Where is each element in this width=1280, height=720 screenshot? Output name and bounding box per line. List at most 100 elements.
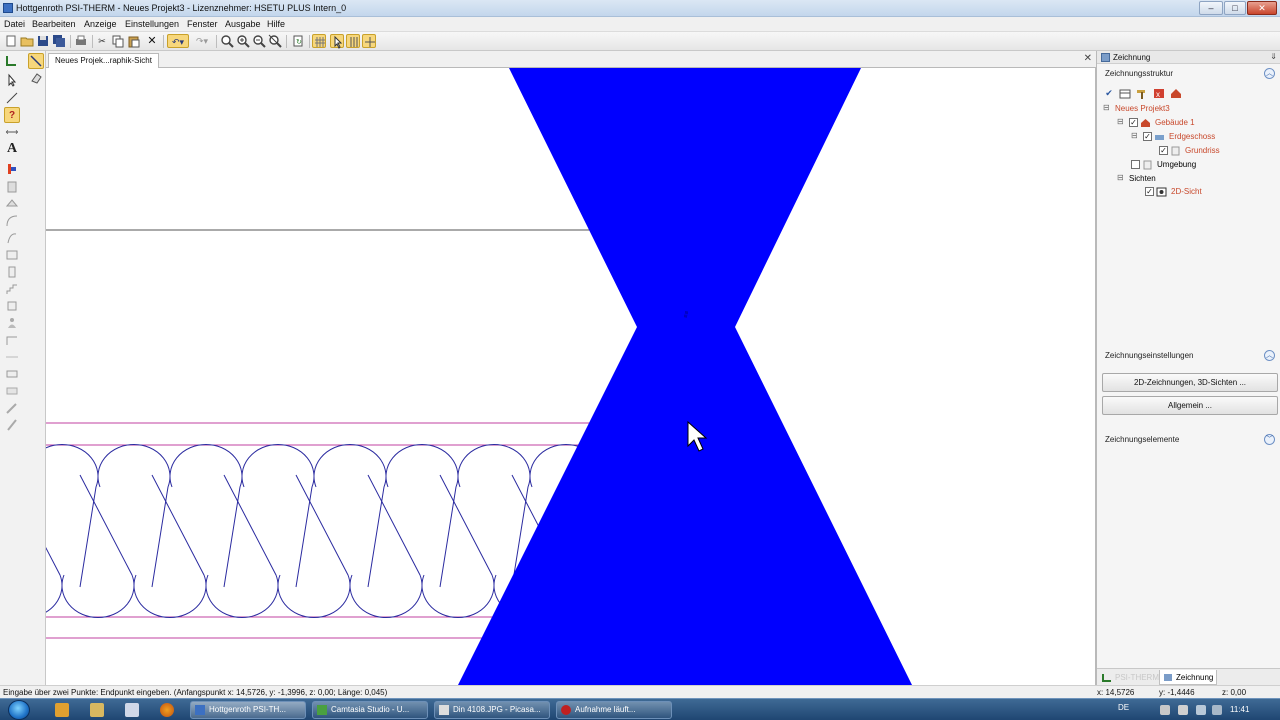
tray-icon-action[interactable] — [1212, 705, 1222, 715]
tray-icon-display[interactable] — [1196, 705, 1206, 715]
paste-icon[interactable] — [127, 34, 141, 48]
tray-icon-network[interactable] — [1160, 705, 1170, 715]
snap-icon[interactable] — [330, 34, 344, 49]
expand-icon[interactable]: ⊟ — [1103, 104, 1112, 113]
undo-icon[interactable]: ↶▾ — [167, 34, 189, 48]
task-camtasia[interactable]: Camtasia Studio - U... — [312, 701, 428, 719]
copy-icon[interactable] — [111, 34, 125, 48]
dimension-icon[interactable]: ⟷ — [4, 124, 20, 140]
check-icon[interactable]: ✔ — [1103, 88, 1115, 99]
curve-icon[interactable] — [4, 230, 20, 246]
eraser-icon[interactable] — [28, 71, 44, 87]
task-picasa[interactable]: Din 4108.JPG - Picasa... — [434, 701, 550, 719]
expand-icon[interactable]: ⊟ — [1131, 132, 1140, 141]
maximize-button[interactable]: □ — [1224, 1, 1246, 15]
start-button[interactable] — [8, 700, 30, 720]
wall-icon[interactable] — [4, 179, 20, 195]
line-tool-icon[interactable] — [4, 90, 20, 106]
collapse-icon[interactable]: ︿ — [1264, 350, 1275, 361]
close-tab-icon[interactable]: ✕ — [1084, 53, 1092, 64]
open-folder-icon[interactable] — [20, 34, 34, 48]
save-all-icon[interactable] — [52, 34, 66, 48]
person-icon[interactable] — [4, 315, 20, 331]
zoom-out-icon[interactable] — [252, 34, 266, 48]
arc-icon[interactable] — [4, 213, 20, 229]
general-settings-button[interactable]: Allgemein ... — [1102, 396, 1278, 415]
columns-icon[interactable] — [346, 34, 360, 48]
print-icon[interactable] — [74, 34, 88, 48]
stair-icon[interactable] — [4, 281, 20, 297]
tab-graphic-view[interactable]: Neues Projek...raphik-Sicht — [48, 53, 159, 68]
ortho-icon[interactable] — [362, 34, 376, 48]
close-button[interactable]: ✕ — [1247, 1, 1277, 15]
layer-up-icon[interactable] — [4, 366, 20, 382]
zoom-extents-icon[interactable] — [268, 34, 282, 48]
layer-down-icon[interactable] — [4, 383, 20, 399]
roof-icon[interactable] — [4, 196, 20, 212]
pencil-icon[interactable] — [4, 400, 20, 416]
menu-ausgabe[interactable]: Ausgabe — [225, 19, 261, 29]
menu-hilfe[interactable]: Hilfe — [267, 19, 285, 29]
expand-icon[interactable]: ⊟ — [1117, 118, 1126, 127]
settings-section-header[interactable]: Zeichnungseinstellungen ︿ — [1101, 349, 1277, 363]
menu-datei[interactable]: Datei — [4, 19, 25, 29]
text-tool-icon[interactable]: A — [4, 141, 20, 157]
menu-anzeige[interactable]: Anzeige — [84, 19, 117, 29]
view-checkbox[interactable]: ✓ — [1145, 187, 1154, 196]
delete-node-icon[interactable]: x — [1153, 88, 1165, 99]
tab-psi-therm[interactable]: PSI-THERM — [1099, 670, 1159, 685]
pin-icon[interactable]: ⇓ — [1270, 52, 1277, 61]
structure-section-header[interactable]: Zeichnungsstruktur ︿ — [1101, 67, 1277, 81]
elements-section-header[interactable]: Zeichnungselemente ﹀ — [1101, 433, 1277, 447]
app-icon[interactable] — [3, 3, 13, 13]
taskbar: Hottgenroth PSI-TH... Camtasia Studio - … — [0, 698, 1280, 720]
new-file-icon[interactable] — [4, 34, 18, 48]
task-recording[interactable]: Aufnahme läuft... — [556, 701, 672, 719]
hammer-icon[interactable] — [1136, 88, 1148, 99]
redo-icon[interactable]: ↷▾ — [192, 34, 212, 48]
help-tool-icon[interactable]: ? — [4, 107, 20, 123]
grid-icon[interactable] — [312, 34, 326, 48]
media-player-icon[interactable] — [55, 703, 69, 717]
floor-checkbox[interactable]: ✓ — [1143, 132, 1152, 141]
table-icon[interactable] — [1119, 88, 1131, 99]
hatch-icon[interactable] — [4, 247, 20, 263]
expand-icon[interactable]: ⊟ — [1117, 174, 1126, 183]
explorer-icon[interactable] — [90, 703, 104, 717]
clock[interactable]: 11:41 — [1230, 705, 1249, 714]
select-line-icon[interactable] — [28, 53, 44, 69]
firefox-icon[interactable] — [160, 703, 174, 717]
tab-zeichnung[interactable]: Zeichnung — [1159, 670, 1217, 685]
collapse-icon[interactable]: ︿ — [1264, 68, 1275, 79]
refresh-icon[interactable]: ↻ — [291, 34, 305, 48]
zoom-in-icon[interactable] — [236, 34, 250, 48]
axis-icon[interactable] — [3, 53, 19, 69]
block-icon[interactable] — [4, 298, 20, 314]
column-icon[interactable] — [4, 264, 20, 280]
expand-section-icon[interactable]: ﹀ — [1264, 434, 1275, 445]
drawing-canvas[interactable]: ≡≡ — [46, 68, 1096, 685]
language-indicator[interactable]: DE — [1118, 703, 1129, 712]
material-icon[interactable] — [4, 161, 20, 177]
tray-icon-volume[interactable] — [1178, 705, 1188, 715]
views-settings-button[interactable]: 2D-Zeichnungen, 3D-Sichten ... — [1102, 373, 1278, 392]
house-icon[interactable] — [1170, 88, 1182, 99]
building-checkbox[interactable]: ✓ — [1129, 118, 1138, 127]
minimize-button[interactable]: – — [1199, 1, 1223, 15]
delete-icon[interactable]: ✕ — [145, 34, 159, 48]
measure-icon[interactable] — [4, 417, 20, 433]
pointer-icon[interactable] — [4, 72, 20, 88]
task-psi-therm[interactable]: Hottgenroth PSI-TH... — [190, 701, 306, 719]
document-icon[interactable] — [125, 703, 139, 717]
cut-icon[interactable]: ✂ — [95, 34, 109, 48]
plan-checkbox[interactable]: ✓ — [1159, 146, 1168, 155]
tree-label-plan: Grundriss — [1185, 146, 1220, 155]
frame-icon[interactable] — [4, 332, 20, 348]
zoom-icon[interactable] — [220, 34, 234, 48]
environment-checkbox[interactable] — [1131, 160, 1140, 169]
save-icon[interactable] — [36, 34, 50, 48]
menu-bearbeiten[interactable]: Bearbeiten — [32, 19, 76, 29]
settings-section-title: Zeichnungseinstellungen — [1105, 351, 1194, 360]
menu-fenster[interactable]: Fenster — [187, 19, 218, 29]
menu-einstellungen[interactable]: Einstellungen — [125, 19, 179, 29]
